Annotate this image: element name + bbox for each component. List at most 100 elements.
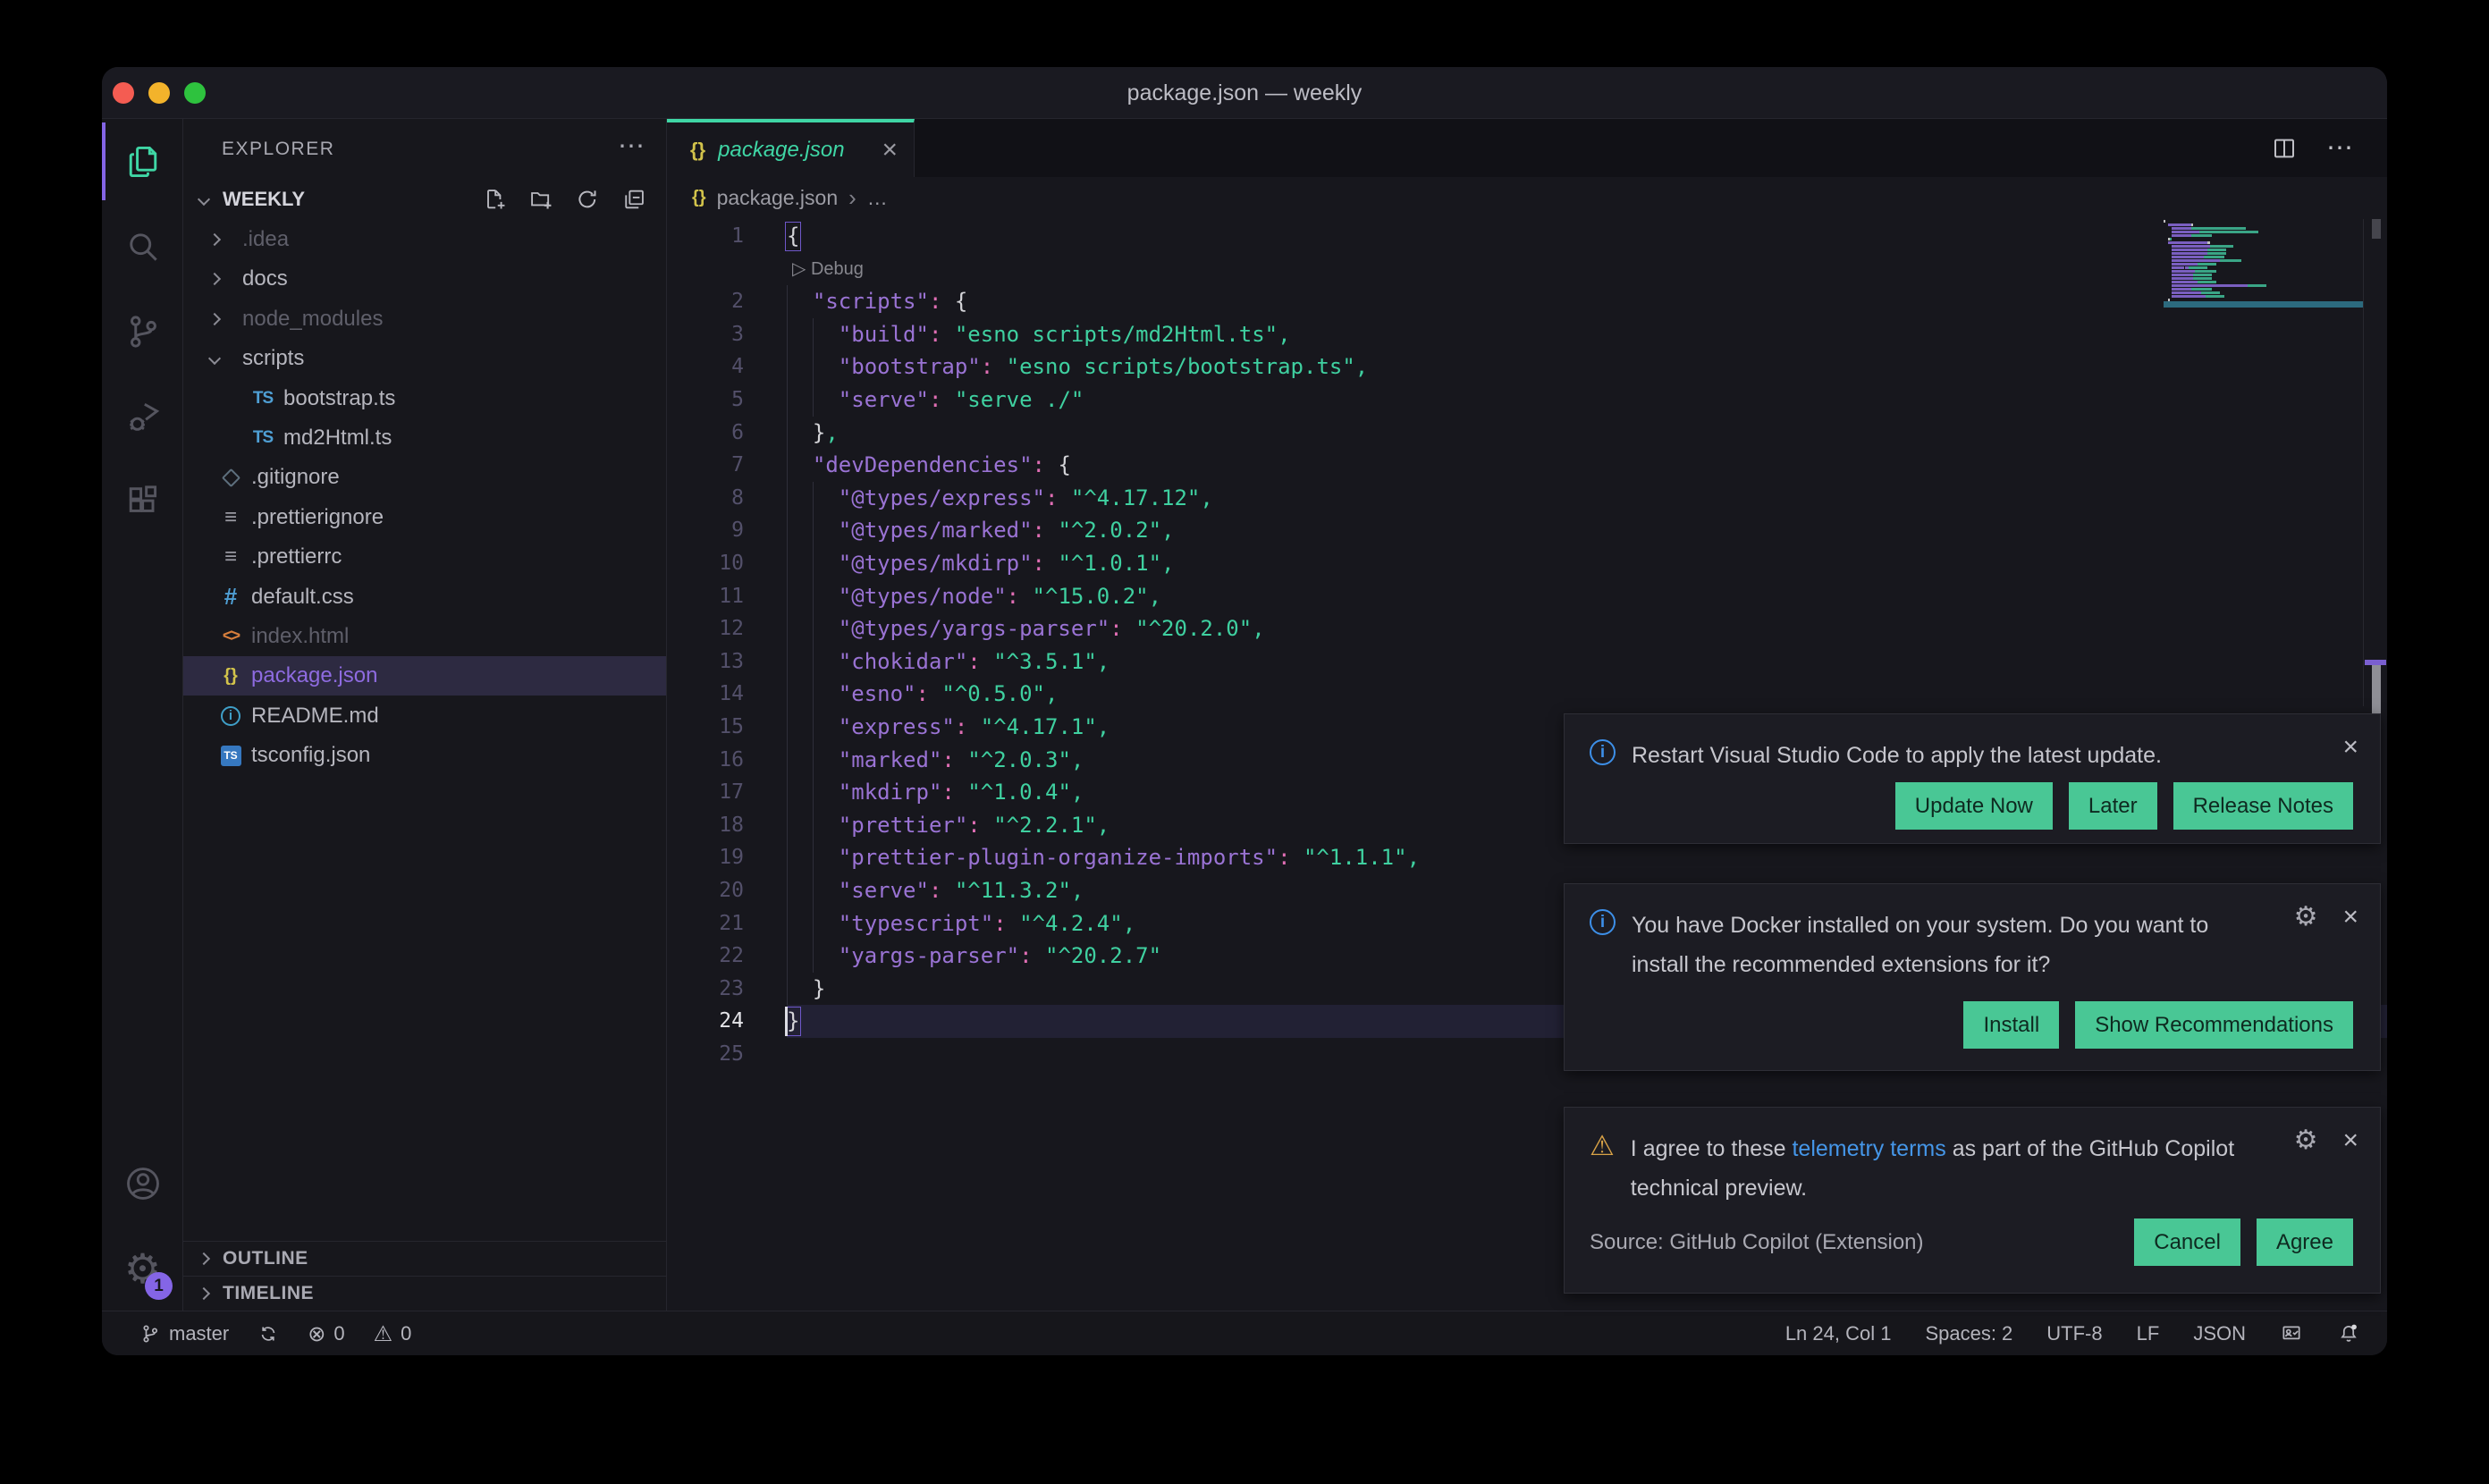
code-line-8[interactable]: 8 "@types/express": "^4.17.12", bbox=[667, 482, 2387, 515]
close-tab-icon[interactable]: × bbox=[882, 136, 898, 164]
code-line-5[interactable]: 5 "serve": "serve ./" bbox=[667, 384, 2387, 417]
code-line-12[interactable]: 12 "@types/yargs-parser": "^20.2.0", bbox=[667, 612, 2387, 645]
line-number[interactable]: 16 bbox=[667, 744, 744, 777]
panel-outline[interactable]: OUTLINE bbox=[183, 1241, 666, 1276]
close-icon[interactable]: × bbox=[2342, 734, 2358, 761]
line-number[interactable]: 15 bbox=[667, 711, 744, 744]
tab-package-json[interactable]: {} package.json × bbox=[667, 119, 915, 177]
line-number[interactable]: 23 bbox=[667, 973, 744, 1006]
close-icon[interactable]: × bbox=[2342, 1127, 2358, 1154]
release-notes-button[interactable]: Release Notes bbox=[2173, 782, 2353, 830]
new-file-icon[interactable] bbox=[482, 187, 507, 212]
status-item-utf-8[interactable]: UTF-8 bbox=[2046, 1322, 2102, 1345]
tree-item-tsconfig-json[interactable]: TS tsconfig.json bbox=[183, 736, 666, 775]
tree-item-scripts[interactable]: scripts bbox=[183, 339, 666, 378]
breadcrumb-symbol[interactable]: … bbox=[867, 186, 888, 210]
code-line-13[interactable]: 13 "chokidar": "^3.5.1", bbox=[667, 645, 2387, 679]
activity-extensions[interactable] bbox=[102, 459, 183, 544]
line-number[interactable]: 9 bbox=[667, 514, 744, 547]
line-number[interactable]: 19 bbox=[667, 841, 744, 874]
tree-item-md2html-ts[interactable]: TS md2Html.ts bbox=[183, 418, 666, 458]
status-item-bell[interactable] bbox=[2337, 1322, 2360, 1345]
status-item-feedback[interactable] bbox=[2280, 1322, 2303, 1345]
tree-item-readme-md[interactable]: i README.md bbox=[183, 696, 666, 736]
install-button[interactable]: Install bbox=[1963, 1001, 2060, 1049]
split-editor-icon[interactable] bbox=[2271, 135, 2298, 162]
cancel-button[interactable]: Cancel bbox=[2134, 1218, 2240, 1266]
code-line-19[interactable]: 19 "prettier-plugin-organize-imports": "^… bbox=[667, 841, 2387, 874]
code-line-4[interactable]: 4 "bootstrap": "esno scripts/bootstrap.ts… bbox=[667, 350, 2387, 384]
section-header-weekly[interactable]: WEEKLY bbox=[183, 179, 666, 220]
line-number[interactable]: 5 bbox=[667, 384, 744, 417]
code-line-3[interactable]: 3 "build": "esno scripts/md2Html.ts", bbox=[667, 318, 2387, 351]
code-line-7[interactable]: 7 "devDependencies": { bbox=[667, 449, 2387, 482]
line-number[interactable]: 17 bbox=[667, 776, 744, 809]
code-line-11[interactable]: 11 "@types/node": "^15.0.2", bbox=[667, 580, 2387, 613]
line-number[interactable]: 22 bbox=[667, 940, 744, 973]
status-item-spaces-2[interactable]: Spaces: 2 bbox=[1925, 1322, 2012, 1345]
tree-item--prettierrc[interactable]: ≡ .prettierrc bbox=[183, 537, 666, 577]
status-item-lf[interactable]: LF bbox=[2137, 1322, 2160, 1345]
code-line-6[interactable]: 6}, bbox=[667, 417, 2387, 450]
tree-item-docs[interactable]: docs bbox=[183, 259, 666, 299]
activity-account[interactable] bbox=[102, 1141, 183, 1226]
line-number[interactable]: 11 bbox=[667, 580, 744, 613]
line-number[interactable]: 18 bbox=[667, 809, 744, 842]
line-number[interactable]: 13 bbox=[667, 645, 744, 679]
line-number[interactable]: 21 bbox=[667, 907, 744, 940]
codelens-debug-link[interactable]: ▷ Debug bbox=[792, 253, 864, 286]
status-item-master[interactable]: master bbox=[139, 1322, 229, 1345]
telemetry-terms-link[interactable]: telemetry terms bbox=[1792, 1136, 1945, 1161]
status-item-ln-24-col-1[interactable]: Ln 24, Col 1 bbox=[1785, 1322, 1892, 1345]
tree-item--idea[interactable]: .idea bbox=[183, 220, 666, 259]
minimap[interactable] bbox=[2164, 220, 2363, 313]
line-number[interactable]: 8 bbox=[667, 482, 744, 515]
line-number[interactable]: 20 bbox=[667, 874, 744, 907]
status-item-json[interactable]: JSON bbox=[2193, 1322, 2246, 1345]
refresh-icon[interactable] bbox=[575, 187, 600, 212]
tree-item-package-json[interactable]: {} package.json bbox=[183, 656, 666, 696]
panel-timeline[interactable]: TIMELINE bbox=[183, 1276, 666, 1311]
tree-item-bootstrap-ts[interactable]: TS bootstrap.ts bbox=[183, 379, 666, 418]
status-item-sync[interactable] bbox=[257, 1323, 279, 1345]
agree-button[interactable]: Agree bbox=[2256, 1218, 2353, 1266]
scrollbar-slider-top[interactable] bbox=[2372, 219, 2381, 239]
show-recommendations-button[interactable]: Show Recommendations bbox=[2075, 1001, 2353, 1049]
activity-source-control[interactable] bbox=[102, 289, 183, 374]
line-number[interactable]: 25 bbox=[667, 1038, 744, 1071]
tree-item-default-css[interactable]: # default.css bbox=[183, 578, 666, 617]
tree-item--prettierignore[interactable]: ≡ .prettierignore bbox=[183, 498, 666, 537]
line-number[interactable]: 7 bbox=[667, 449, 744, 482]
gear-icon[interactable]: ⚙ bbox=[2294, 1127, 2318, 1154]
line-number[interactable]: 4 bbox=[667, 350, 744, 384]
breadcrumb-file[interactable]: package.json bbox=[717, 186, 839, 210]
code-line-2[interactable]: 2 "scripts": { bbox=[667, 285, 2387, 318]
code-line-10[interactable]: 10 "@types/mkdirp": "^1.0.1", bbox=[667, 547, 2387, 580]
gear-icon[interactable]: ⚙ bbox=[2294, 904, 2318, 931]
sidebar-more-icon[interactable]: ⋯ bbox=[618, 119, 645, 179]
line-number[interactable]: 1 bbox=[667, 220, 744, 253]
code-line-1[interactable]: 1{ bbox=[667, 220, 2387, 253]
activity-search[interactable] bbox=[102, 204, 183, 289]
later-button[interactable]: Later bbox=[2068, 782, 2157, 830]
activity-run-debug[interactable] bbox=[102, 374, 183, 459]
status-item-0[interactable]: ⚠ 0 bbox=[374, 1321, 412, 1347]
code-line-14[interactable]: 14 "esno": "^0.5.0", bbox=[667, 678, 2387, 711]
line-number[interactable]: 6 bbox=[667, 417, 744, 450]
line-number[interactable]: 10 bbox=[667, 547, 744, 580]
more-actions-icon[interactable]: ⋯ bbox=[2326, 132, 2353, 164]
line-number[interactable]: 14 bbox=[667, 678, 744, 711]
activity-settings[interactable]: ⚙ 1 bbox=[102, 1226, 183, 1311]
tree-item-node-modules[interactable]: node_modules bbox=[183, 299, 666, 339]
tree-item-index-html[interactable]: <> index.html bbox=[183, 617, 666, 656]
scrollbar-slider[interactable] bbox=[2372, 665, 2381, 715]
activity-explorer[interactable] bbox=[102, 119, 183, 204]
collapse-all-icon[interactable] bbox=[621, 187, 646, 212]
close-icon[interactable]: × bbox=[2342, 904, 2358, 931]
line-number[interactable]: 24 bbox=[667, 1005, 744, 1038]
line-number[interactable]: 3 bbox=[667, 318, 744, 351]
line-number[interactable]: 2 bbox=[667, 285, 744, 318]
status-item-0[interactable]: ⊗ 0 bbox=[308, 1321, 344, 1347]
code-line-9[interactable]: 9 "@types/marked": "^2.0.2", bbox=[667, 514, 2387, 547]
tree-item--gitignore[interactable]: .gitignore bbox=[183, 458, 666, 497]
